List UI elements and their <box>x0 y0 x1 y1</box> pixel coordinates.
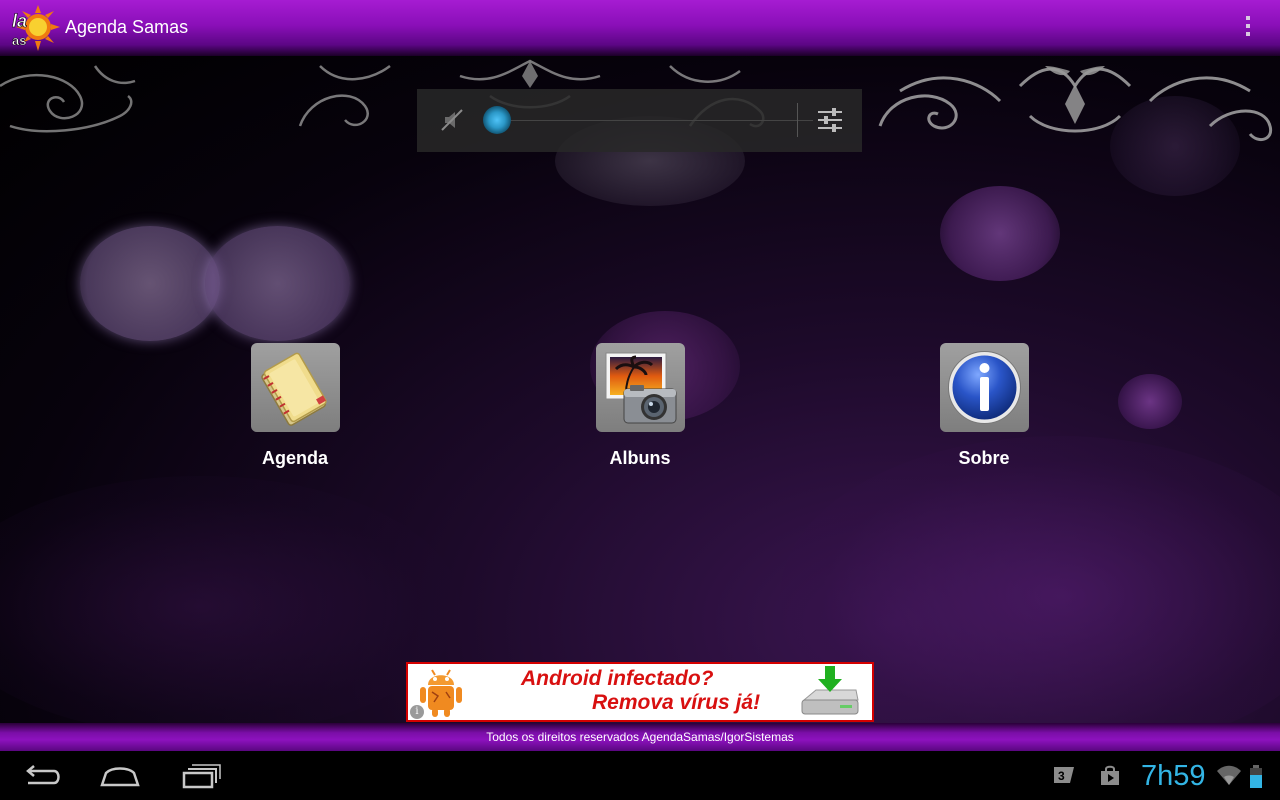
launcher-item-agenda[interactable]: Agenda <box>230 343 360 469</box>
photo-camera-icon[interactable] <box>595 343 685 432</box>
speaker-mute-icon[interactable] <box>439 107 465 133</box>
bokeh-decoration <box>205 226 350 341</box>
recent-apps-icon[interactable] <box>180 761 224 791</box>
3g-notification-icon[interactable]: 3 <box>1052 765 1076 785</box>
back-icon[interactable] <box>20 761 64 791</box>
main-content: Agenda Albuns Sobre <box>0 56 1280 723</box>
sliders-settings-icon[interactable] <box>816 106 844 134</box>
svg-text:3: 3 <box>1058 769 1065 783</box>
copyright-text: Todos os direitos reservados AgendaSamas… <box>486 730 794 744</box>
status-clock[interactable]: 7h59 <box>1141 760 1206 793</box>
launcher-label: Agenda <box>261 448 328 468</box>
bokeh-decoration <box>940 186 1060 281</box>
wifi-icon <box>1217 765 1241 785</box>
ad-banner[interactable]: Android infectado? Remova vírus já! i <box>406 662 874 722</box>
action-bar: la as Agenda Samas <box>0 0 1280 56</box>
home-icon[interactable] <box>98 761 142 791</box>
bokeh-decoration <box>80 226 220 341</box>
battery-icon <box>1250 765 1262 788</box>
launcher-item-albuns[interactable]: Albuns <box>575 343 705 469</box>
launcher-label: Sobre <box>958 448 1010 468</box>
ad-info-icon[interactable]: i <box>410 705 424 719</box>
volume-slider[interactable] <box>483 105 813 135</box>
address-book-icon[interactable] <box>250 343 340 432</box>
info-icon[interactable] <box>939 343 1029 432</box>
bokeh-decoration <box>0 476 460 723</box>
bokeh-decoration <box>1118 374 1182 429</box>
overflow-menu-icon[interactable] <box>1236 16 1260 40</box>
volume-divider <box>797 103 798 137</box>
volume-track <box>493 120 813 121</box>
ornament-right <box>878 66 1273 142</box>
copyright-footer: Todos os direitos reservados AgendaSamas… <box>0 723 1280 751</box>
launcher-item-sobre[interactable]: Sobre <box>919 343 1049 469</box>
ad-headline: Android infectado? <box>521 667 714 690</box>
ad-subheadline: Remova vírus já! <box>592 691 761 714</box>
app-title: Agenda Samas <box>65 17 189 37</box>
system-navigation-bar: 3 7h59 <box>0 751 1280 800</box>
shopping-bag-icon[interactable] <box>1099 765 1121 787</box>
ornament-left <box>0 65 136 133</box>
svg-text:la: la <box>12 11 27 31</box>
volume-panel <box>417 89 862 152</box>
app-logo-icon[interactable]: la as <box>10 5 60 51</box>
volume-thumb[interactable] <box>483 106 511 134</box>
svg-text:as: as <box>12 33 26 48</box>
launcher-label: Albuns <box>609 448 671 468</box>
download-drive-icon <box>801 666 859 715</box>
